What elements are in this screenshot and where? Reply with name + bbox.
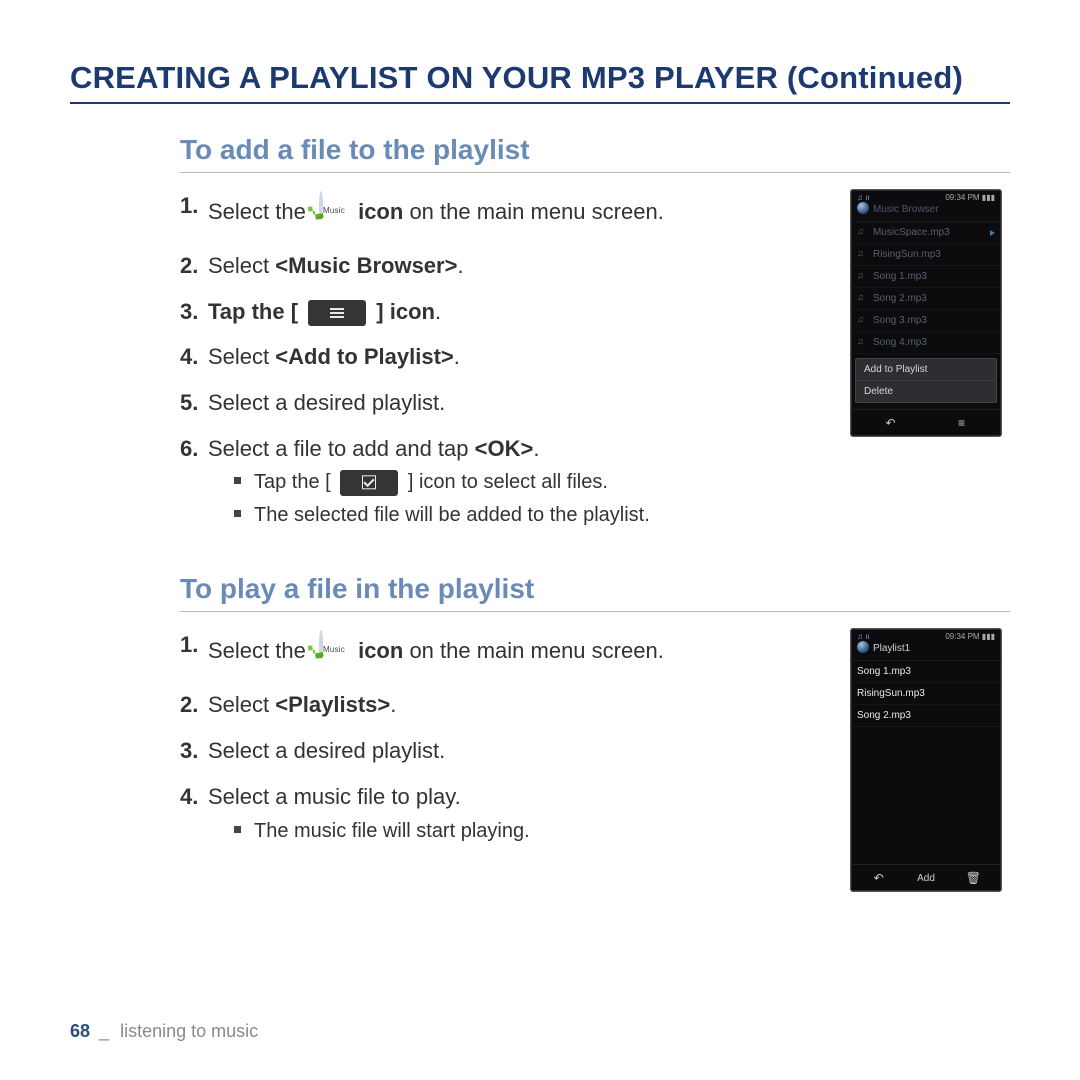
section-add-file: To add a file to the playlist Select the…: [180, 134, 1010, 545]
list-item: Song 2.mp3: [851, 288, 1001, 310]
section-a-heading: To add a file to the playlist: [180, 134, 1010, 173]
text: ] icon: [376, 299, 435, 324]
footer-text: listening to music: [120, 1021, 258, 1041]
status-right: 09:34 PM ▮▮▮: [945, 193, 995, 202]
text: .: [457, 253, 463, 278]
music-icon-label: Music: [323, 206, 345, 215]
list-item: Song 4.mp3: [851, 332, 1001, 354]
text: .: [390, 692, 396, 717]
text: Select the: [208, 199, 312, 224]
select-all-icon: [340, 470, 398, 496]
trash-icon: 🗑: [950, 871, 997, 885]
page-footer: 68 _ listening to music: [70, 1021, 258, 1042]
text-bold: <Music Browser>: [275, 253, 457, 278]
text-bold: <OK>: [475, 436, 534, 461]
list-item: RisingSun.mp3: [851, 683, 1001, 705]
step-4: Select <Add to Playlist>.: [180, 342, 830, 372]
device-screenshot-browser: ♫ ıı 09:34 PM ▮▮▮ Music Browser MusicSpa…: [850, 189, 1002, 437]
text: on the main menu screen.: [409, 638, 663, 663]
list-item: MusicSpace.mp3: [851, 222, 1001, 244]
screen-header: Music Browser: [851, 202, 1001, 222]
step-2: Select <Playlists>.: [180, 690, 830, 720]
popup-item: Add to Playlist: [856, 359, 996, 381]
step-3: Tap the [ ] icon.: [180, 297, 830, 327]
back-icon: ↶: [855, 871, 902, 885]
text-bold: <Add to Playlist>: [275, 344, 454, 369]
section-play-file: To play a file in the playlist Select th…: [180, 573, 1010, 892]
text: .: [454, 344, 460, 369]
text: Tap the [: [254, 471, 331, 493]
step-1: Select the Music icon on the main menu s…: [180, 630, 830, 674]
text: Select a music file to play.: [208, 784, 461, 809]
step-4: Select a music file to play. The music f…: [180, 782, 830, 845]
text: Select: [208, 253, 275, 278]
step-1: Select the Music icon on the main menu s…: [180, 191, 830, 235]
device-screenshot-playlist: ♫ ıı 09:34 PM ▮▮▮ Playlist1 Song 1.mp3 R…: [850, 628, 1002, 892]
back-icon: ↶: [855, 416, 926, 430]
list-item: Song 1.mp3: [851, 266, 1001, 288]
add-button: Add: [902, 873, 949, 884]
note-select-all: Tap the [ ] icon to select all files.: [234, 469, 830, 496]
music-icon: Music: [312, 630, 352, 674]
status-right: 09:34 PM ▮▮▮: [945, 632, 995, 641]
status-left: ♫ ıı: [857, 632, 870, 641]
section-b-heading: To play a file in the playlist: [180, 573, 1010, 612]
text-bold: icon: [358, 199, 403, 224]
list-item: Song 2.mp3: [851, 705, 1001, 727]
text: on the main menu screen.: [409, 199, 663, 224]
screen-header: Playlist1: [851, 641, 1001, 661]
text: Select: [208, 344, 275, 369]
menu-icon: [308, 300, 366, 326]
page-title: CREATING A PLAYLIST ON YOUR MP3 PLAYER (…: [70, 60, 1010, 104]
text: Select a file to add and tap: [208, 436, 475, 461]
note-added: The selected file will be added to the p…: [234, 502, 830, 529]
step-5: Select a desired playlist.: [180, 388, 830, 418]
text: .: [533, 436, 539, 461]
text: Tap the: [208, 299, 291, 324]
steps-add: Select the Music icon on the main menu s…: [180, 191, 830, 529]
note-playing: The music file will start playing.: [234, 818, 830, 845]
steps-play: Select the Music icon on the main menu s…: [180, 630, 830, 844]
list-item: RisingSun.mp3: [851, 244, 1001, 266]
text-bold: <Playlists>: [275, 692, 390, 717]
text-bold: icon: [358, 638, 403, 663]
step-2: Select <Music Browser>.: [180, 251, 830, 281]
page-number: 68: [70, 1021, 90, 1041]
popup-item: Delete: [856, 381, 996, 402]
text: ] icon to select all files.: [408, 471, 608, 493]
music-icon: Music: [312, 191, 352, 235]
menu-icon: ≡: [926, 416, 997, 430]
text: Select the: [208, 638, 312, 663]
music-icon-label: Music: [323, 645, 345, 654]
text: [: [291, 299, 298, 324]
list-item: Song 1.mp3: [851, 661, 1001, 683]
text: .: [435, 299, 441, 324]
list-item: Song 3.mp3: [851, 310, 1001, 332]
footer-separator: _: [99, 1021, 109, 1041]
step-6: Select a file to add and tap <OK>. Tap t…: [180, 434, 830, 530]
context-popup: Add to Playlist Delete: [855, 358, 997, 403]
step-3: Select a desired playlist.: [180, 736, 830, 766]
status-left: ♫ ıı: [857, 193, 870, 202]
text: Select: [208, 692, 275, 717]
